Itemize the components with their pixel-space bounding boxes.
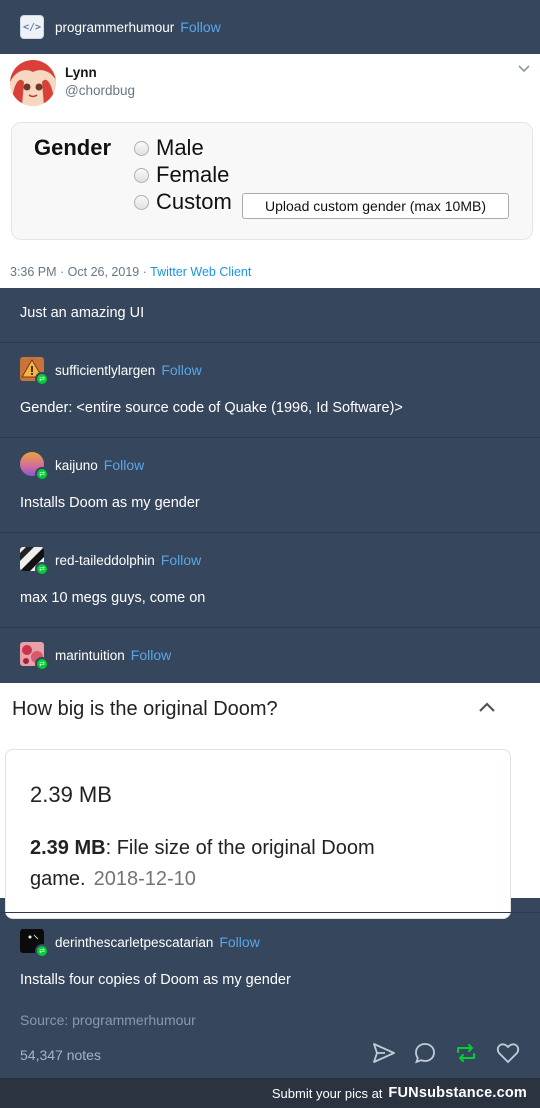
avatar[interactable]: ⇄ <box>20 357 49 386</box>
reblog-header-sufficientlylargen: ⇄ sufficientlylargen Follow <box>20 357 202 386</box>
reblog-icon[interactable] <box>454 1042 478 1064</box>
radio-male[interactable]: Male <box>134 135 204 161</box>
reblog-badge-icon: ⇄ <box>35 562 49 576</box>
radio-female[interactable]: Female <box>134 162 229 188</box>
gender-label: Gender <box>34 135 112 160</box>
avatar[interactable]: ⇄ <box>20 642 49 671</box>
tweet-client[interactable]: Twitter Web Client <box>150 265 251 279</box>
divider <box>0 342 540 343</box>
tweet-card: Lynn @chordbug Gender Male Female Custom… <box>0 54 540 288</box>
follow-button[interactable]: Follow <box>161 552 201 568</box>
answer-date: 2018-12-10 <box>93 868 196 890</box>
reblog-header-marintuition: ⇄ marintuition Follow <box>20 642 171 671</box>
reblog-username[interactable]: sufficientlylargen <box>55 363 155 378</box>
radio-label: Female <box>156 162 230 187</box>
reblog-badge-icon: ⇄ <box>35 467 49 481</box>
post-source[interactable]: Source: programmerhumour <box>20 1012 196 1028</box>
tweet-author-name[interactable]: Lynn <box>65 65 97 80</box>
lynn-avatar <box>10 60 56 106</box>
follow-button[interactable]: Follow <box>161 362 201 378</box>
answer-bold: 2.39 MB <box>30 837 106 859</box>
radio-custom[interactable]: Custom <box>134 189 232 215</box>
tweet-timestamp[interactable]: 3:36 PM · Oct 26, 2019 · <box>10 265 150 279</box>
reblog-text: max 10 megs guys, come on <box>20 590 206 606</box>
tweet-author-handle[interactable]: @chordbug <box>65 83 135 98</box>
reblog-username[interactable]: marintuition <box>55 648 125 663</box>
reblog-header-derinthescarletpescatarian: ⇄ derinthescarletpescatarian Follow <box>20 929 260 958</box>
tweet-meta: 3:36 PM · Oct 26, 2019 · Twitter Web Cli… <box>10 265 251 279</box>
google-answer-screenshot: How big is the original Doom? 2.39 MB 2.… <box>0 683 540 919</box>
share-icon[interactable] <box>372 1042 396 1064</box>
chevron-up-icon[interactable] <box>478 697 496 718</box>
reblog-header-red-taileddolphin: ⇄ red-taileddolphin Follow <box>20 547 201 576</box>
post-actions <box>372 1042 520 1064</box>
reblog-badge-icon: ⇄ <box>35 944 49 958</box>
credit-prefix: Submit your pics at <box>271 1085 383 1101</box>
radio-label: Custom <box>156 189 232 214</box>
divider <box>0 532 540 533</box>
follow-button[interactable]: Follow <box>131 647 171 663</box>
divider <box>0 437 540 438</box>
reblog-badge-icon: ⇄ <box>35 372 49 386</box>
reblog-text: Installs Doom as my gender <box>20 495 200 511</box>
reblog-badge-icon: ⇄ <box>35 657 49 671</box>
search-question: How big is the original Doom? <box>12 698 278 720</box>
like-heart-icon[interactable] <box>496 1042 520 1064</box>
avatar[interactable]: ⇄ <box>20 929 49 958</box>
gender-form: Gender Male Female Custom Upload custom … <box>11 122 533 240</box>
radio-circle-icon[interactable] <box>134 140 149 156</box>
post-header: </> programmerhumour Follow <box>0 0 540 54</box>
divider <box>0 627 540 628</box>
follow-button[interactable]: Follow <box>104 457 144 473</box>
radio-circle-icon[interactable] <box>134 167 149 183</box>
reblog-username[interactable]: derinthescarletpescatarian <box>55 935 213 950</box>
reblog-text: Installs four copies of Doom as my gende… <box>20 972 291 988</box>
avatar[interactable]: ⇄ <box>20 452 49 481</box>
answer-card: 2.39 MB 2.39 MB: File size of the origin… <box>5 749 511 919</box>
reblog-text: Gender: <entire source code of Quake (19… <box>20 400 403 416</box>
radio-circle-icon[interactable] <box>134 194 149 210</box>
answer-value: 2.39 MB <box>30 782 112 807</box>
notes-count[interactable]: 54,347 notes <box>20 1047 101 1063</box>
programmerhumour-avatar[interactable]: </> <box>20 15 44 39</box>
answer-description: 2.39 MB: File size of the original Doom … <box>30 833 490 895</box>
reblog-username[interactable]: kaijuno <box>55 458 98 473</box>
credit-brand: FUNsubstance.com <box>388 1085 527 1101</box>
reply-icon[interactable] <box>414 1042 436 1064</box>
op-username[interactable]: programmerhumour <box>55 20 174 35</box>
chevron-down-icon[interactable] <box>518 61 530 76</box>
radio-label: Male <box>156 135 204 160</box>
op-follow-button[interactable]: Follow <box>180 19 220 35</box>
avatar[interactable]: ⇄ <box>20 547 49 576</box>
reblog-header-kaijuno: ⇄ kaijuno Follow <box>20 452 144 481</box>
watermark-credit: Submit your pics at FUNsubstance.com <box>0 1078 540 1108</box>
follow-button[interactable]: Follow <box>219 934 259 950</box>
reblog-username[interactable]: red-taileddolphin <box>55 553 155 568</box>
op-comment: Just an amazing UI <box>20 305 145 321</box>
code-brackets-icon: </> <box>22 21 42 33</box>
upload-custom-gender-button[interactable]: Upload custom gender (max 10MB) <box>242 193 509 219</box>
divider <box>0 912 540 913</box>
